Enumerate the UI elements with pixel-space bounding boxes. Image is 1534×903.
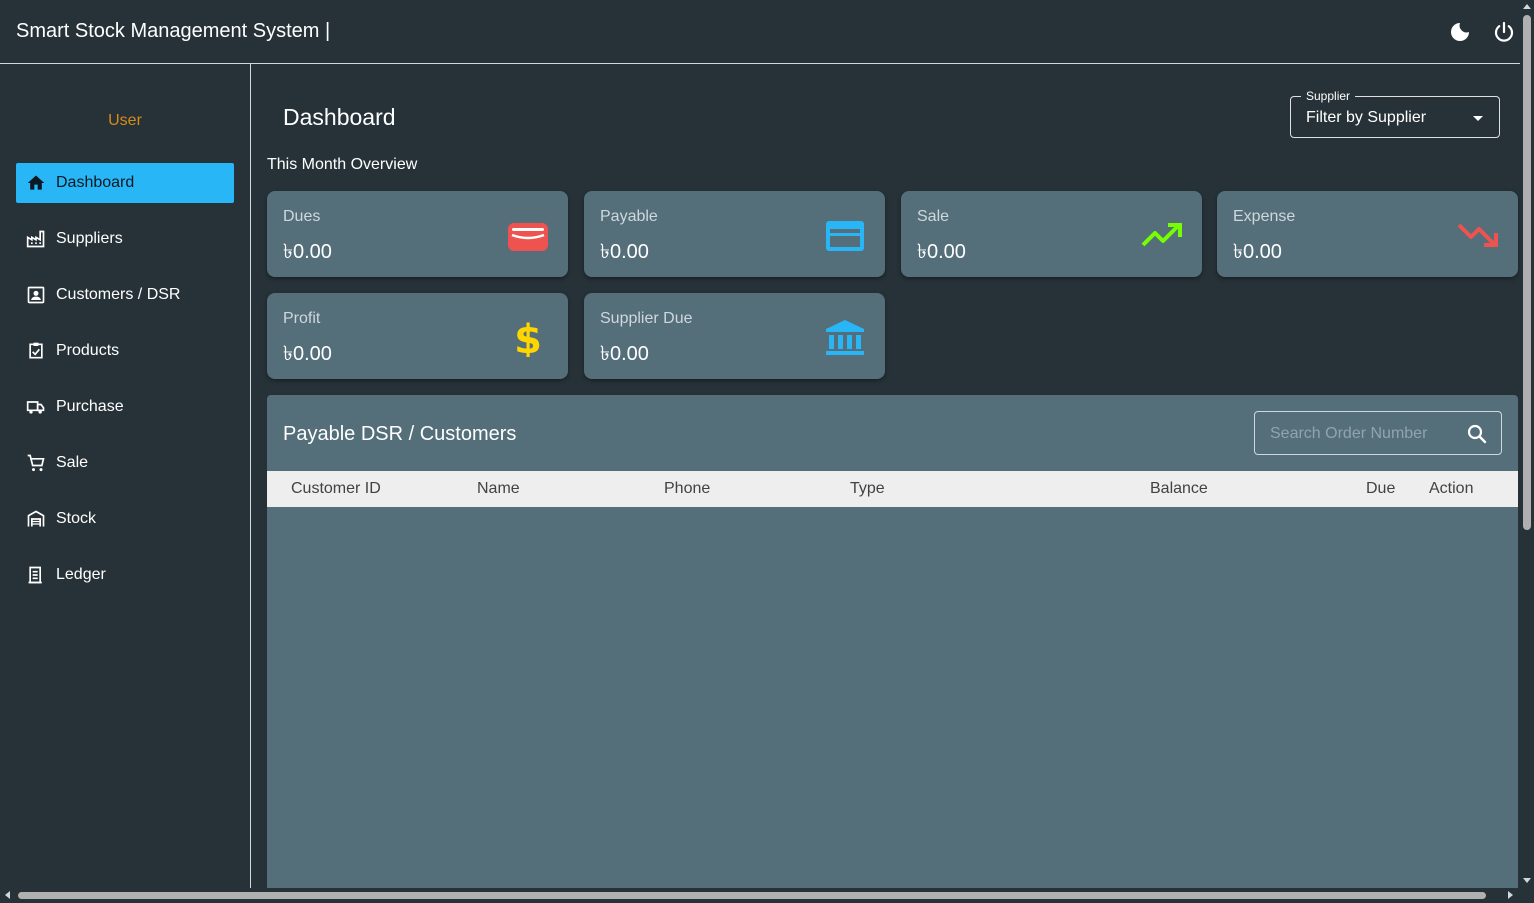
credit-card-icon <box>826 221 864 251</box>
ledger-icon <box>26 565 46 585</box>
sidebar-item-products[interactable]: Products <box>16 331 234 371</box>
sidebar: User Dashboard Suppliers Customers / DSR… <box>0 64 251 888</box>
caret-down-icon <box>1473 116 1483 121</box>
search-box <box>1254 411 1502 456</box>
app-title: Smart Stock Management System | <box>16 20 331 42</box>
checklist-icon <box>26 341 46 361</box>
card-value: ৳0.00 <box>600 241 649 263</box>
search-input[interactable] <box>1255 412 1472 456</box>
trending-up-icon <box>1141 223 1182 247</box>
sidebar-item-label: Customers / DSR <box>56 286 181 303</box>
top-app-bar: Smart Stock Management System | <box>0 0 1520 64</box>
supplier-filter-select[interactable]: Supplier Filter by Supplier <box>1290 89 1500 138</box>
card-label: Profit <box>283 310 321 327</box>
horizontal-scrollbar-thumb[interactable] <box>18 892 1486 899</box>
trending-down-icon <box>1457 223 1498 247</box>
dark-mode-moon-icon[interactable] <box>1448 20 1472 44</box>
supplier-filter-legend: Supplier <box>1301 89 1356 103</box>
scroll-up-arrow-icon[interactable] <box>1523 4 1531 9</box>
card-label: Expense <box>1233 208 1296 225</box>
warehouse-icon <box>26 509 46 529</box>
card-label: Sale <box>917 208 950 225</box>
card-profit: Profit ৳0.00 $ <box>267 293 568 379</box>
card-expense: Expense ৳0.00 <box>1217 191 1518 277</box>
svg-text:$: $ <box>514 319 542 357</box>
scroll-down-arrow-icon[interactable] <box>1523 878 1531 883</box>
truck-icon <box>26 397 46 417</box>
column-header-name[interactable]: Name <box>477 480 520 498</box>
user-label: User <box>108 112 142 129</box>
scroll-left-arrow-icon[interactable] <box>5 891 10 899</box>
sidebar-item-label: Sale <box>56 454 89 471</box>
column-header-due[interactable]: Due <box>1366 480 1395 498</box>
column-header-phone[interactable]: Phone <box>664 480 710 498</box>
card-value: ৳0.00 <box>917 241 966 263</box>
power-logout-icon[interactable] <box>1492 20 1516 44</box>
home-icon <box>26 173 46 193</box>
wallet-icon <box>508 223 548 251</box>
sidebar-item-label: Purchase <box>56 398 124 415</box>
sidebar-item-stock[interactable]: Stock <box>16 499 234 539</box>
scroll-right-arrow-icon[interactable] <box>1508 891 1513 899</box>
card-supplier-due: Supplier Due ৳0.00 <box>584 293 885 379</box>
payable-customers-panel: Payable DSR / Customers Customer ID Name… <box>267 395 1518 888</box>
sidebar-item-label: Dashboard <box>56 174 135 191</box>
card-label: Payable <box>600 208 658 225</box>
bank-icon <box>826 320 864 355</box>
factory-icon <box>26 229 46 249</box>
card-value: ৳0.00 <box>283 241 332 263</box>
column-header-balance[interactable]: Balance <box>1150 480 1208 498</box>
sidebar-item-label: Ledger <box>56 566 106 583</box>
page-title: Dashboard <box>283 104 396 130</box>
overview-label: This Month Overview <box>267 156 418 173</box>
sidebar-item-label: Stock <box>56 510 97 527</box>
sidebar-item-label: Products <box>56 342 120 359</box>
sidebar-item-label: Suppliers <box>56 230 123 247</box>
search-icon[interactable] <box>1465 422 1489 446</box>
dollar-icon: $ <box>514 319 542 357</box>
card-label: Dues <box>283 208 321 225</box>
vertical-scrollbar-thumb[interactable] <box>1523 15 1531 530</box>
column-header-action[interactable]: Action <box>1429 480 1473 498</box>
contact-card-icon <box>26 285 46 305</box>
column-header-customer-id[interactable]: Customer ID <box>291 480 381 498</box>
card-value: ৳0.00 <box>600 343 649 365</box>
card-sale: Sale ৳0.00 <box>901 191 1202 277</box>
card-value: ৳0.00 <box>1233 241 1282 263</box>
main-content: Dashboard This Month Overview Supplier F… <box>251 64 1520 888</box>
sidebar-item-purchase[interactable]: Purchase <box>16 387 234 427</box>
sidebar-item-ledger[interactable]: Ledger <box>16 555 234 595</box>
sidebar-item-customers-dsr[interactable]: Customers / DSR <box>16 275 234 315</box>
sidebar-item-sale[interactable]: Sale <box>16 443 234 483</box>
column-header-type[interactable]: Type <box>850 480 885 498</box>
table-title: Payable DSR / Customers <box>283 423 517 445</box>
card-value: ৳0.00 <box>283 343 332 365</box>
supplier-filter-value: Filter by Supplier <box>1306 109 1427 126</box>
card-label: Supplier Due <box>600 310 693 327</box>
card-dues: Dues ৳0.00 <box>267 191 568 277</box>
cart-icon <box>26 453 46 473</box>
card-payable: Payable ৳0.00 <box>584 191 885 277</box>
sidebar-item-suppliers[interactable]: Suppliers <box>16 219 234 259</box>
table-header-row: Customer ID Name Phone Type Balance Due … <box>267 471 1518 507</box>
sidebar-item-dashboard[interactable]: Dashboard <box>16 163 234 203</box>
